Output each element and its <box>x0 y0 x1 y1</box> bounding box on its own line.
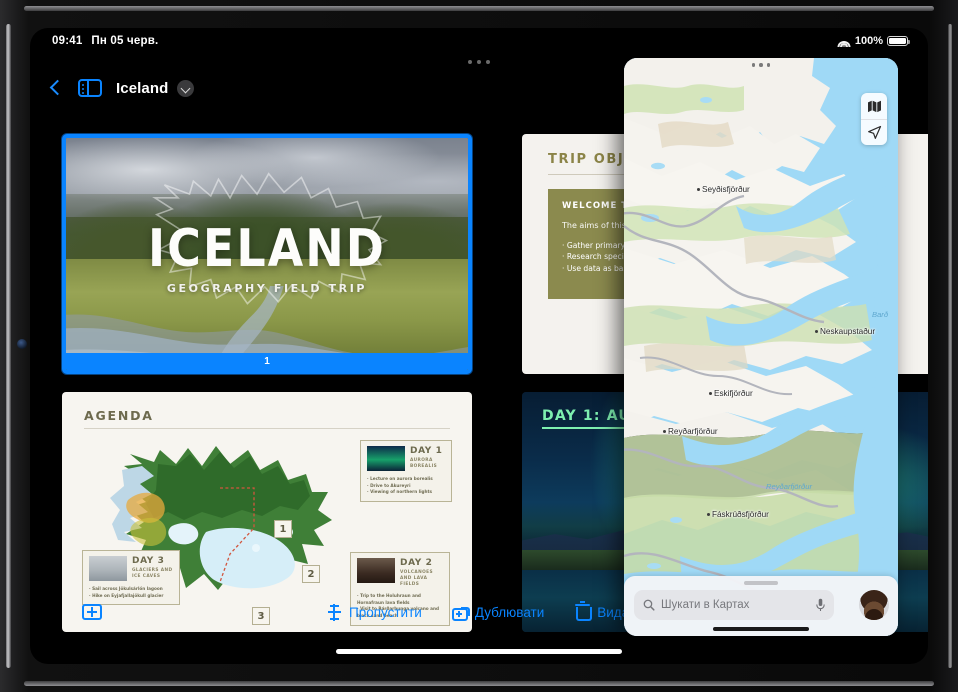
handle-dot <box>468 60 472 64</box>
window-handle-icon[interactable] <box>624 58 898 72</box>
trash-icon <box>575 601 593 621</box>
handle-dot <box>751 63 756 67</box>
day-card-header: DAY 2 VOLCANOES AND LAVA FIELDS <box>357 558 443 588</box>
map-label-city: Seyðisfjörður <box>696 185 750 194</box>
handle-dot <box>486 60 490 64</box>
day-card-thumb <box>89 556 127 581</box>
duplicate-label: Дублювати <box>474 604 545 620</box>
day-card-header: DAY 1 AURORA BOREALIS <box>367 446 445 471</box>
day-card-bullet: Lecture on aurora borealis <box>367 476 445 483</box>
map-search-sheet: Шукати в Картах <box>624 576 898 636</box>
map-label-city: Eskifjörður <box>708 389 753 398</box>
map-canvas[interactable] <box>624 58 898 636</box>
slide-3-heading: AGENDA <box>84 408 154 423</box>
skip-slide-button[interactable]: Пропустити <box>326 603 422 621</box>
maps-slide-over-window[interactable]: Seyðisfjörður Neskaupstaður Eskifjörður … <box>624 58 898 636</box>
duplicate-icon <box>451 606 470 621</box>
day-card-title: DAY 2 <box>400 558 433 568</box>
status-date: Пн 05 черв. <box>91 35 159 47</box>
slide-number-1: 1 <box>66 353 468 370</box>
device-side-port <box>17 339 27 349</box>
handle-dot <box>759 63 763 67</box>
chevron-down-icon[interactable] <box>177 79 195 97</box>
device-bezel-bottom <box>24 681 934 686</box>
add-slide-icon[interactable] <box>82 604 102 620</box>
slide-thumbnail-1[interactable]: ICELAND GEOGRAPHY FIELD TRIP 1 <box>62 134 472 374</box>
map-label-city: Neskaupstaður <box>814 327 876 336</box>
ipad-screen: 09:41 Пн 05 черв. 100% Iceland ICELAND G… <box>30 28 928 664</box>
skip-slide-icon <box>326 603 342 621</box>
sidebar-toggle-icon[interactable] <box>78 79 102 97</box>
map-label-city: Fáskrúðsfjörður <box>706 510 769 519</box>
slide-3-rule <box>84 428 450 429</box>
day-card-bullet: Sail across Jökulsárlón lagoon <box>89 586 173 593</box>
battery-percent-label: 100% <box>854 35 883 47</box>
skip-slide-label: Пропустити <box>349 604 422 620</box>
search-input[interactable]: Шукати в Картах <box>634 590 834 620</box>
map-label-water: Barð <box>872 310 889 319</box>
agenda-map-pin: 1 <box>274 520 292 538</box>
user-avatar[interactable] <box>859 590 889 620</box>
page-title: Iceland <box>116 79 169 97</box>
handle-dot <box>766 63 771 67</box>
map-home-indicator[interactable] <box>713 627 809 631</box>
map-style-icon[interactable] <box>861 93 887 119</box>
agenda-map-pin: 2 <box>302 565 320 583</box>
day-card-subtitle: GLACIERS AND ICE CAVES <box>132 568 173 580</box>
day-card-header: DAY 3 GLACIERS AND ICE CAVES <box>89 556 173 581</box>
search-placeholder: Шукати в Картах <box>661 599 750 611</box>
toolbar-actions: Пропустити Дублювати Видалити <box>326 601 658 621</box>
day-card-thumb <box>367 446 405 471</box>
duplicate-button[interactable]: Дублювати <box>451 604 545 621</box>
day-card-title: DAY 3 <box>132 556 165 566</box>
ipad-device: 09:41 Пн 05 черв. 100% Iceland ICELAND G… <box>0 0 958 692</box>
back-chevron-icon[interactable] <box>46 79 64 97</box>
battery-icon <box>887 35 910 47</box>
status-bar-right: 100% <box>837 35 910 47</box>
handle-dot <box>477 60 481 64</box>
day-card-thumb <box>357 558 395 583</box>
map-label-water: Reyðarfjörður <box>766 482 813 491</box>
day-card-bullet: Drive to Akureyri <box>367 483 445 490</box>
device-bezel-top <box>24 6 934 11</box>
day-card-title: DAY 1 <box>410 446 443 456</box>
sheet-grabber[interactable] <box>744 581 778 585</box>
status-time: 09:41 <box>52 35 83 47</box>
slide-1-title: ICELAND <box>148 218 386 279</box>
device-bezel-right <box>948 24 952 668</box>
search-icon <box>643 599 655 611</box>
home-indicator[interactable] <box>336 649 622 654</box>
wifi-icon <box>837 36 851 47</box>
day-card-bullets: Lecture on aurora borealis Drive to Akur… <box>367 476 445 496</box>
slide-1-canvas: ICELAND GEOGRAPHY FIELD TRIP <box>66 138 468 370</box>
map-label-city: Reyðarfjörður <box>662 427 718 436</box>
day-card-subtitle: VOLCANOES AND LAVA FIELDS <box>400 570 433 588</box>
microphone-icon[interactable] <box>816 598 825 612</box>
agenda-day-card-1: DAY 1 AURORA BOREALIS Lecture on aurora … <box>360 440 452 503</box>
location-arrow-icon[interactable] <box>861 119 887 145</box>
day-card-bullet: Viewing of northern lights <box>367 489 445 496</box>
status-bar-left: 09:41 Пн 05 черв. <box>52 35 158 47</box>
slide-1-subtitle: GEOGRAPHY FIELD TRIP <box>166 281 368 295</box>
device-bezel-left <box>6 24 11 668</box>
day-card-subtitle: AURORA BOREALIS <box>410 458 438 470</box>
map-controls <box>861 93 887 145</box>
status-bar: 09:41 Пн 05 черв. 100% <box>30 28 928 54</box>
